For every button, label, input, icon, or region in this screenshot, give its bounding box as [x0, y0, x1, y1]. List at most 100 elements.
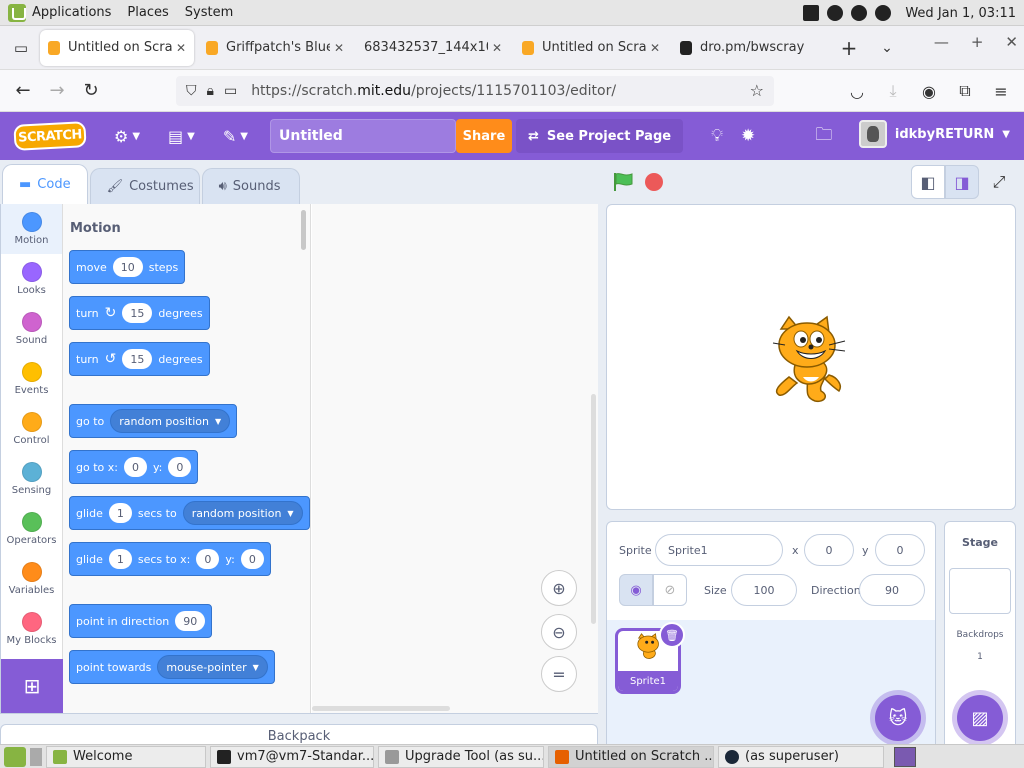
category-control[interactable]: Control: [1, 404, 62, 454]
palette-scrollbar[interactable]: [301, 210, 306, 250]
stage-thumbnail[interactable]: [949, 568, 1011, 614]
block-dropdown[interactable]: random position ▼: [110, 409, 231, 433]
steam-icon[interactable]: [875, 5, 892, 21]
new-tab-button[interactable]: +: [834, 33, 864, 63]
block-go-to[interactable]: go to random position ▼: [69, 404, 238, 438]
cat-sprite[interactable]: [769, 315, 855, 407]
minimize-icon[interactable]: —: [934, 33, 949, 51]
share-button[interactable]: Share: [455, 119, 512, 153]
block-move-steps[interactable]: move 10 steps: [69, 250, 186, 284]
taskbar-item-firefox[interactable]: Untitled on Scratch ...: [548, 745, 714, 768]
tab-sounds[interactable]: 🔊︎ Sounds: [201, 168, 300, 204]
green-flag-icon[interactable]: [612, 172, 634, 192]
tab-costumes[interactable]: 🖌︎ Costumes: [89, 168, 200, 204]
account-menu[interactable]: idkbyRETURN ▼: [858, 120, 1010, 148]
extensions-icon[interactable]: ⧉: [954, 76, 976, 106]
browser-tab[interactable]: Untitled on Scratch ✕: [40, 29, 194, 66]
zoom-reset-button[interactable]: =: [541, 656, 577, 692]
taskbar-item-steam[interactable]: (as superuser): [718, 745, 884, 768]
close-tab-icon[interactable]: ✕: [492, 41, 502, 55]
block-number-input[interactable]: 0: [168, 457, 192, 477]
block-number-input[interactable]: 0: [240, 549, 264, 569]
see-project-page-button[interactable]: ⇄ See Project Page: [515, 119, 684, 153]
direction-input[interactable]: 90: [859, 574, 925, 606]
choose-sprite-button[interactable]: 🐱︎: [875, 695, 921, 741]
block-number-input[interactable]: 15: [122, 303, 153, 323]
browser-tab[interactable]: Untitled on Scratch ✕: [514, 30, 668, 66]
lock-icon[interactable]: 🔒︎: [207, 83, 214, 99]
edit-menu[interactable]: ✎ ▼: [223, 127, 248, 146]
browser-tab[interactable]: 683432537_144x108 ✕: [356, 30, 510, 66]
file-menu[interactable]: ▤ ▼: [168, 127, 195, 146]
category-looks[interactable]: Looks: [1, 254, 62, 304]
category-operators[interactable]: Operators: [1, 504, 62, 554]
os-menu-applications[interactable]: Applications: [32, 5, 111, 20]
stage-canvas[interactable]: [606, 204, 1016, 510]
delete-sprite-trash-icon[interactable]: 🗑︎: [659, 622, 685, 648]
normal-stage-icon[interactable]: ◨: [945, 165, 979, 199]
workspace-switcher-icon[interactable]: [894, 746, 916, 767]
clock[interactable]: Wed Jan 1, 03:11: [905, 6, 1016, 21]
block-number-input[interactable]: 15: [122, 349, 153, 369]
forward-arrow-icon[interactable]: →: [40, 75, 74, 107]
back-arrow-icon[interactable]: ←: [6, 75, 40, 107]
sprite-name-input[interactable]: Sprite1: [655, 534, 783, 566]
app-menu-icon[interactable]: ≡: [990, 76, 1012, 106]
os-menu-places[interactable]: Places: [127, 5, 168, 20]
backpack[interactable]: Backpack: [0, 724, 598, 744]
block-point-towards[interactable]: point towards mouse-pointer ▼: [69, 650, 275, 684]
block-dropdown[interactable]: mouse-pointer ▼: [157, 655, 268, 679]
taskbar-item-upgrade-tool[interactable]: Upgrade Tool (as su...: [378, 745, 544, 768]
block-turn-right[interactable]: turn ↻ 15 degrees: [69, 296, 210, 330]
tab-overview-icon[interactable]: ▭: [6, 33, 36, 63]
block-glide-to-xy[interactable]: glide 1 secs to x: 0 y: 0: [69, 542, 271, 576]
lightbulb-icon[interactable]: 💡︎: [711, 126, 723, 146]
block-point-in-direction[interactable]: point in direction 90: [69, 604, 213, 638]
close-tab-icon[interactable]: ✕: [334, 41, 344, 55]
category-events[interactable]: Events: [1, 354, 62, 404]
small-stage-icon[interactable]: ◧: [911, 165, 945, 199]
add-extension-button[interactable]: ⊞: [1, 659, 63, 713]
downloads-icon[interactable]: ⤓: [882, 76, 904, 106]
zoom-out-button[interactable]: ⊖: [541, 614, 577, 650]
close-window-icon[interactable]: ✕: [1005, 33, 1018, 51]
taskbar-item-terminal[interactable]: vm7@vm7-Standar...: [210, 745, 374, 768]
workspace-vertical-scrollbar[interactable]: [591, 394, 596, 624]
show-desktop-icon[interactable]: [30, 747, 42, 766]
os-menu-system[interactable]: System: [185, 5, 233, 20]
category-my-blocks[interactable]: My Blocks: [1, 604, 62, 654]
browser-tab[interactable]: Griffpatch's Blue ✕: [198, 30, 352, 66]
fullscreen-icon[interactable]: ⤢: [983, 165, 1015, 199]
tab-code[interactable]: ▬ Code: [2, 164, 88, 204]
project-title-input[interactable]: Untitled: [269, 119, 456, 153]
block-number-input[interactable]: 1: [108, 549, 132, 569]
category-variables[interactable]: Variables: [1, 554, 62, 604]
scratch-logo[interactable]: SCRATCH: [13, 121, 87, 151]
maximize-icon[interactable]: +: [971, 33, 984, 51]
block-go-to-xy[interactable]: go to x: 0 y: 0: [69, 450, 199, 484]
url-bar[interactable]: ⛉ 🔒︎ ▭ https://scratch.mit.edu/projects/…: [176, 76, 774, 106]
tracking-shield-icon[interactable]: ⛉: [186, 83, 197, 99]
list-tabs-chevron-icon[interactable]: ⌄: [872, 33, 902, 63]
block-number-input[interactable]: 1: [108, 503, 132, 523]
block-number-input[interactable]: 90: [175, 611, 206, 631]
close-tab-icon[interactable]: ✕: [176, 41, 186, 55]
block-number-input[interactable]: 0: [196, 549, 220, 569]
volume-icon[interactable]: [803, 5, 820, 21]
taskbar-item-welcome[interactable]: Welcome: [46, 745, 206, 768]
reload-icon[interactable]: ↻: [74, 75, 108, 107]
stop-icon[interactable]: [645, 173, 663, 191]
block-dropdown[interactable]: random position ▼: [182, 501, 303, 525]
my-stuff-folder-icon[interactable]: 🗀︎: [815, 122, 832, 151]
y-input[interactable]: 0: [875, 534, 925, 566]
choose-backdrop-button[interactable]: ▨: [957, 695, 1003, 741]
shield-icon[interactable]: [827, 5, 844, 21]
account-icon[interactable]: ◉: [918, 76, 940, 106]
mint-menu-icon[interactable]: [8, 3, 26, 22]
category-sound[interactable]: Sound: [1, 304, 62, 354]
pocket-icon[interactable]: ◡: [846, 76, 868, 106]
workspace-horizontal-scrollbar[interactable]: [312, 706, 450, 711]
network-icon[interactable]: [851, 5, 868, 21]
size-input[interactable]: 100: [731, 574, 797, 606]
settings-menu[interactable]: ⚙ ▼: [114, 127, 140, 146]
